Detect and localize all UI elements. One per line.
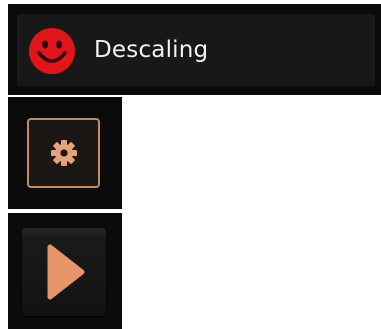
status-banner-panel: Descaling xyxy=(17,14,375,86)
red-smiley-face-icon xyxy=(28,27,76,75)
status-label: Descaling xyxy=(94,37,209,63)
status-banner: Descaling xyxy=(8,4,381,95)
gear-icon xyxy=(49,138,79,168)
settings-tile xyxy=(8,97,122,209)
play-button[interactable] xyxy=(21,227,107,317)
play-icon xyxy=(42,243,86,301)
play-tile xyxy=(8,213,122,329)
settings-button[interactable] xyxy=(27,118,100,188)
